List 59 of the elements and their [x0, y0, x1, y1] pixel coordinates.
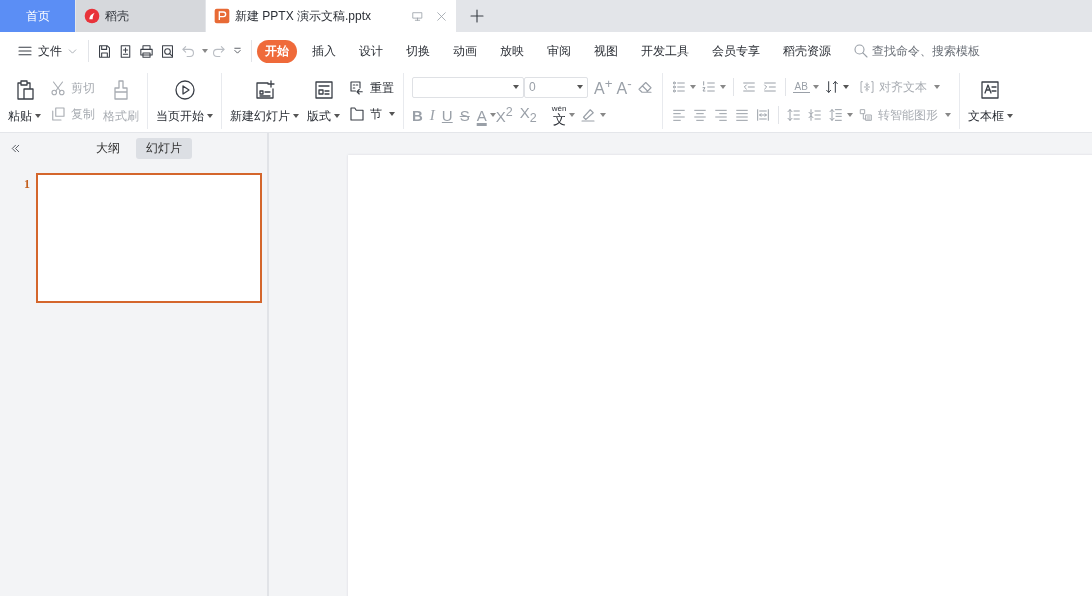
file-menu[interactable]: 文件 [16, 42, 79, 60]
ribbon-tab[interactable]: 视图 [586, 39, 626, 63]
diagram-icon [857, 107, 874, 123]
align-text-icon [858, 79, 875, 95]
text-box-button[interactable]: 文本框 [967, 75, 1013, 127]
align-center-icon[interactable] [691, 107, 708, 123]
view-tab[interactable]: 大纲 [86, 137, 130, 159]
slide-thumbnail[interactable] [36, 173, 262, 303]
close-icon[interactable] [435, 9, 448, 23]
align-left-icon[interactable] [670, 107, 687, 123]
ribbon-tab[interactable]: 稻壳资源 [775, 39, 839, 63]
save-icon[interactable] [96, 42, 113, 60]
preview-icon[interactable] [159, 42, 176, 60]
scissors-icon [49, 79, 67, 97]
tab-label: 稻壳 [105, 7, 129, 25]
section-button[interactable]: 节 [348, 105, 395, 123]
plus-icon[interactable] [468, 7, 486, 25]
font-name-field[interactable] [412, 76, 524, 98]
align-right-icon[interactable] [712, 107, 729, 123]
ribbon-tab[interactable]: 开发工具 [633, 39, 697, 63]
distribute-icon[interactable] [754, 107, 771, 123]
play-icon [172, 77, 197, 102]
view-tab[interactable]: 幻灯片 [136, 137, 192, 159]
justify-icon[interactable] [733, 107, 750, 123]
document-tab[interactable]: 新建 PPTX 演示文稿.pptx [206, 0, 456, 32]
sort-arrows-icon[interactable] [823, 79, 840, 95]
paste-button[interactable]: 粘贴 [8, 75, 41, 127]
ribbon-tab[interactable]: 设计 [351, 39, 391, 63]
ribbon-tab[interactable]: 切换 [398, 39, 438, 63]
numbered-list-icon[interactable] [700, 79, 717, 95]
line-spacing-icon[interactable] [785, 107, 802, 123]
leaf-logo-icon [84, 8, 100, 24]
paragraph-spacing-icon[interactable] [806, 107, 823, 123]
play-from-current-button[interactable]: 当页开始 [156, 75, 213, 127]
search-icon [852, 42, 870, 60]
ribbon-tab[interactable]: 动画 [445, 39, 485, 63]
ribbon-tab[interactable]: 会员专享 [704, 39, 768, 63]
bullet-list-icon[interactable] [670, 79, 687, 95]
copy-icon [49, 105, 67, 123]
phonetic-guide-button[interactable]: wén 文 [551, 104, 567, 126]
search-field[interactable]: 查找命令、搜索模板 [852, 42, 994, 60]
ribbon-tab[interactable]: 审阅 [539, 39, 579, 63]
layout-button[interactable]: 版式 [307, 75, 340, 127]
spacing-icon[interactable] [827, 107, 844, 123]
ribbon-tab[interactable]: 插入 [304, 39, 344, 63]
tab-label: 新建 PPTX 演示文稿.pptx [235, 7, 372, 25]
tab-label: 首页 [25, 7, 50, 25]
reset-icon [348, 79, 366, 97]
monitor-icon[interactable] [411, 9, 424, 23]
outdent-icon[interactable] [740, 79, 757, 95]
folder-icon [348, 105, 366, 123]
document-tab[interactable]: 稻壳 [76, 0, 205, 32]
print-icon[interactable] [138, 42, 155, 60]
indent-icon[interactable] [761, 79, 778, 95]
ribbon-tab[interactable]: 放映 [492, 39, 532, 63]
reset-button[interactable]: 重置 [348, 79, 395, 97]
presentation-file-icon [214, 8, 230, 24]
slide-number: 1 [24, 177, 31, 192]
new-slide-button[interactable]: 新建幻灯片 [230, 75, 299, 127]
